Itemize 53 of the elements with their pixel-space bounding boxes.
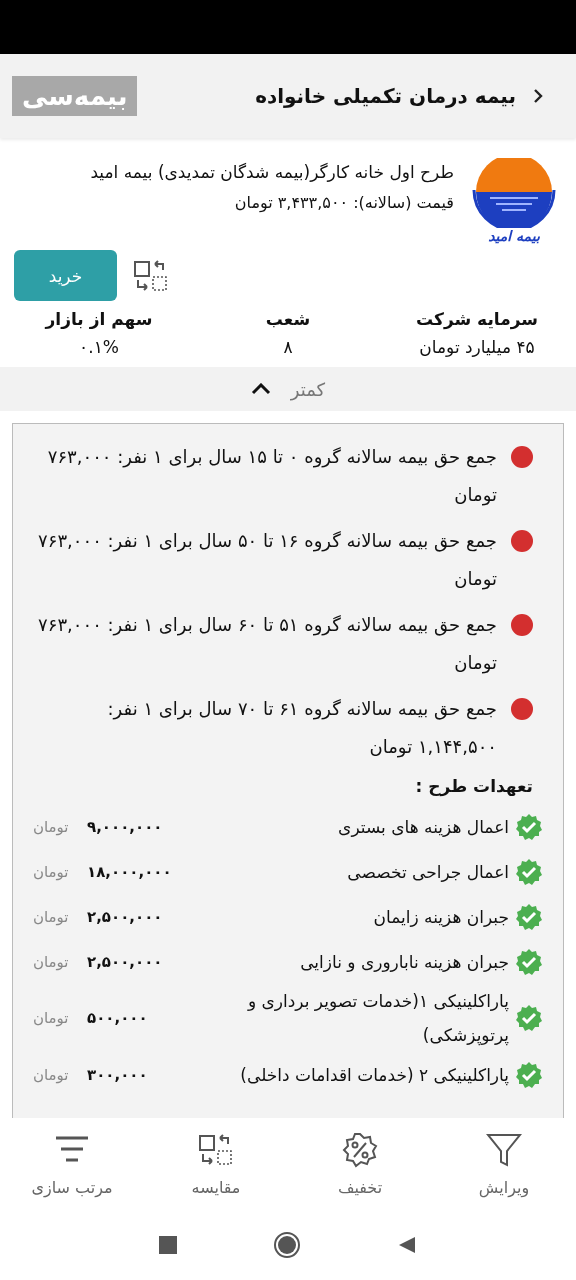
stat-value: ۴۵ میلیارد تومان [419,337,535,357]
stat-label: سهم از بازار [45,309,153,329]
check-badge-icon [515,1060,543,1089]
currency-label: تومان [33,907,70,926]
check-badge-icon [515,902,543,931]
chevron-icon [250,383,271,395]
premium-text: جمع حق بیمه سالانه گروه ۰ تا ۱۵ سال برای ۱ نفر: ۷۶۳,۰۰۰ تومان [46,445,497,508]
benefit-amount: ۲,۵۰۰,۰۰۰ [87,907,164,926]
premium-text: جمع حق بیمه سالانه گروه ۶۱ تا ۷۰ سال برای ۱ نفر: ۱,۱۴۴,۵۰۰ تومان [106,697,497,760]
plan-name: طرح اول خانه کارگر(بیمه شدگان تمدیدی) بیمه امید [89,161,454,185]
stat-value: ۸ [283,337,293,357]
check-badge-icon [515,947,543,976]
benefits-heading: تعهدات طرح : [414,776,533,796]
check-badge-icon [515,1004,543,1032]
stat-label: سرمایه شرکت [416,309,538,329]
currency-label: تومان [33,817,70,836]
nav-item[interactable]: ویرایش [439,1131,569,1197]
currency-label: تومان [33,952,70,971]
buy-button[interactable]: خرید [14,250,117,301]
discount-icon [342,1131,378,1168]
benefit-label: پاراکلینیکی ۲ (خدمات اقدامات داخلی) [239,1063,509,1088]
benefit-amount: ۲,۵۰۰,۰۰۰ [87,952,164,971]
benefit-label: جبران هزینه زایمان [372,905,509,929]
benefit-label: جبران هزینه ناباروری و نازایی [299,950,509,974]
currency-label: تومان [33,1009,70,1027]
currency-label: تومان [33,862,70,881]
benefit-amount: ۵۰۰,۰۰۰ [87,1009,149,1027]
filter-icon [486,1131,522,1168]
nav-item[interactable]: مقایسه [151,1131,281,1197]
collapse-toggle[interactable]: کمتر [0,367,576,411]
insurer-logo-text: بیمه امید [488,228,540,244]
premium-text: جمع حق بیمه سالانه گروه ۱۶ تا ۵۰ سال برای ۱ نفر: ۷۶۳,۰۰۰ تومان [37,529,497,592]
plan-price: قیمت (سالانه): ۳,۴۳۳,۵۰۰ تومان [233,192,454,214]
benefit-amount: ۹,۰۰۰,۰۰۰ [87,817,164,836]
benefit-label: اعمال جراحی تخصصی [346,860,509,884]
benefit-amount: ۳۰۰,۰۰۰ [87,1065,149,1084]
stat-label: شعب [265,309,311,329]
stat-value: ۰.۱% [79,337,119,357]
home-circle-icon[interactable] [273,1231,301,1259]
check-badge-icon [515,857,543,886]
check-badge-icon [515,812,543,841]
brand-logo: بیمه‌سی [12,76,138,116]
nav-item[interactable]: مرتب سازی [7,1131,137,1197]
currency-label: تومان [33,1065,70,1084]
compare-icon[interactable] [133,257,169,294]
premium-text: جمع حق بیمه سالانه گروه ۵۱ تا ۶۰ سال برای ۱ نفر: ۷۶۳,۰۰۰ تومان [37,613,497,676]
benefit-label: اعمال هزینه های بستری [337,815,509,839]
benefit-label: پاراکلینیکی ۱(خدمات تصویر برداری و پرتوپزشکی) [246,990,509,1048]
nav-item[interactable]: تخفیف [295,1131,425,1197]
compare-icon [198,1131,234,1168]
benefit-amount: ۱۸,۰۰۰,۰۰۰ [87,862,173,881]
page-title: بیمه درمان تکمیلی خانواده [254,84,516,108]
back-triangle-icon[interactable] [397,1235,417,1255]
